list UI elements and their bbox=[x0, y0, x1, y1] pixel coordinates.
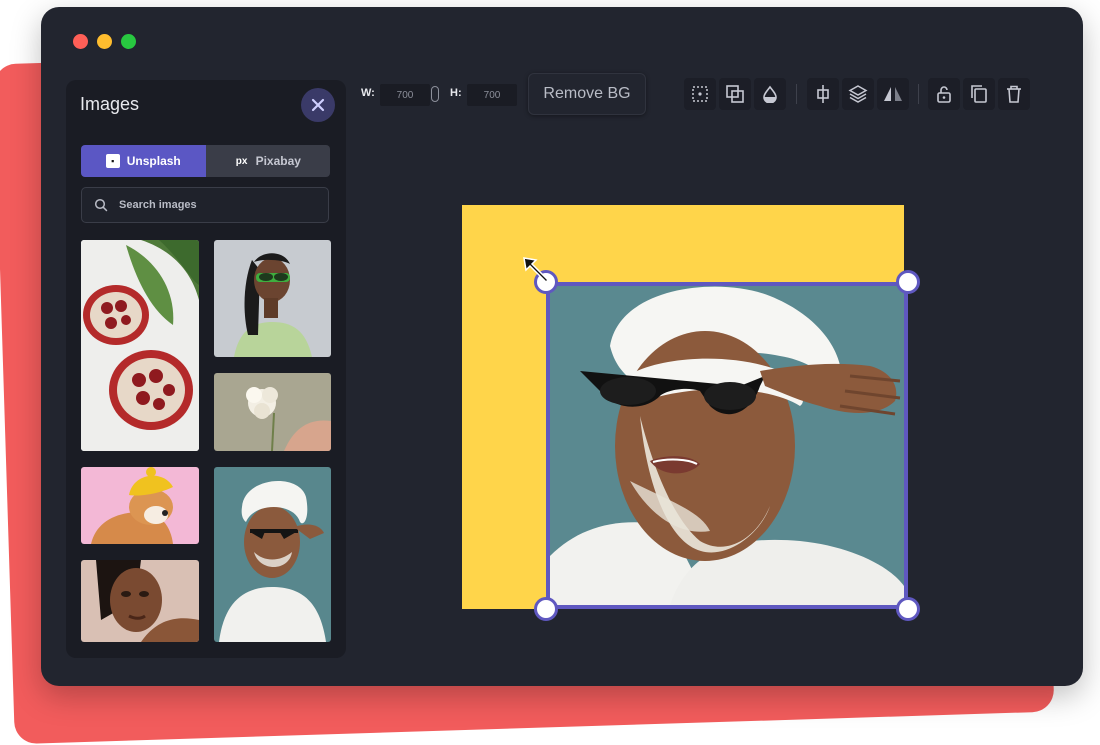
layers-button[interactable] bbox=[842, 78, 874, 110]
align-center-button[interactable] bbox=[807, 78, 839, 110]
tab-pixabay[interactable]: px Pixabay bbox=[205, 145, 330, 177]
source-tabs: ▪ Unsplash px Pixabay bbox=[81, 145, 330, 177]
align-center-icon bbox=[817, 85, 829, 103]
width-label: W: bbox=[361, 87, 375, 99]
grid-icon bbox=[692, 86, 708, 102]
white-flower-image bbox=[214, 373, 331, 451]
resize-handle-top-right[interactable] bbox=[896, 270, 920, 294]
height-input[interactable] bbox=[467, 84, 517, 106]
window-controls bbox=[73, 34, 136, 49]
toolbar-divider-2 bbox=[918, 84, 919, 104]
dog-yellow-hat-image bbox=[81, 467, 199, 544]
unsplash-icon: ▪ bbox=[105, 154, 120, 168]
link-icon[interactable] bbox=[431, 86, 439, 102]
flip-button[interactable] bbox=[877, 78, 909, 110]
woman-face-mask-image bbox=[214, 467, 331, 642]
close-icon bbox=[311, 98, 325, 112]
overlap-button[interactable] bbox=[719, 78, 751, 110]
app-window: Images ▪ Unsplash px Pixabay Search imag… bbox=[41, 7, 1083, 686]
flip-icon bbox=[884, 87, 902, 101]
resize-handle-bottom-right[interactable] bbox=[896, 597, 920, 621]
selected-photo[interactable] bbox=[546, 282, 908, 609]
tab-unsplash-label: Unsplash bbox=[126, 154, 181, 168]
sidebar-title: Images bbox=[80, 94, 140, 114]
duplicate-button[interactable] bbox=[963, 78, 995, 110]
resize-cursor-icon bbox=[523, 257, 550, 284]
sidebar-close-button[interactable] bbox=[301, 88, 335, 122]
width-input[interactable] bbox=[380, 84, 430, 106]
woman-face-mask-photo bbox=[550, 286, 904, 605]
search-input[interactable] bbox=[117, 198, 311, 212]
overlap-icon bbox=[726, 85, 744, 103]
grid-button[interactable] bbox=[684, 78, 716, 110]
remove-bg-button[interactable]: Remove BG bbox=[528, 73, 646, 115]
woman-portrait-image bbox=[81, 560, 199, 642]
tab-pixabay-label: Pixabay bbox=[255, 154, 301, 168]
height-label: H: bbox=[450, 87, 462, 99]
image-thumb-woman-green-sunglasses[interactable] bbox=[214, 240, 331, 357]
images-sidebar: Images ▪ Unsplash px Pixabay bbox=[66, 80, 346, 658]
tab-unsplash[interactable]: ▪ Unsplash bbox=[81, 145, 206, 177]
window-close-button[interactable] bbox=[73, 34, 88, 49]
pixabay-icon: px bbox=[235, 155, 248, 167]
opacity-button[interactable] bbox=[754, 78, 786, 110]
search-box bbox=[81, 187, 329, 223]
toolbar-divider bbox=[796, 84, 797, 104]
unlock-button[interactable] bbox=[928, 78, 960, 110]
trash-icon bbox=[1007, 85, 1021, 103]
image-thumb-woman-portrait[interactable] bbox=[81, 560, 199, 642]
image-thumb-woman-face-mask[interactable] bbox=[214, 467, 331, 642]
window-minimize-button[interactable] bbox=[97, 34, 112, 49]
opacity-icon bbox=[763, 85, 777, 103]
duplicate-icon bbox=[971, 85, 987, 103]
image-thumb-pomegranate[interactable] bbox=[81, 240, 199, 451]
layers-icon bbox=[848, 85, 868, 103]
window-zoom-button[interactable] bbox=[121, 34, 136, 49]
search-icon bbox=[94, 198, 108, 212]
resize-handle-bottom-left[interactable] bbox=[534, 597, 558, 621]
image-thumb-dog-yellow-hat[interactable] bbox=[81, 467, 199, 544]
delete-button[interactable] bbox=[998, 78, 1030, 110]
unlock-icon bbox=[937, 86, 951, 103]
pomegranate-image bbox=[81, 240, 199, 451]
woman-green-sunglasses-image bbox=[214, 240, 331, 357]
image-thumb-white-flower[interactable] bbox=[214, 373, 331, 451]
